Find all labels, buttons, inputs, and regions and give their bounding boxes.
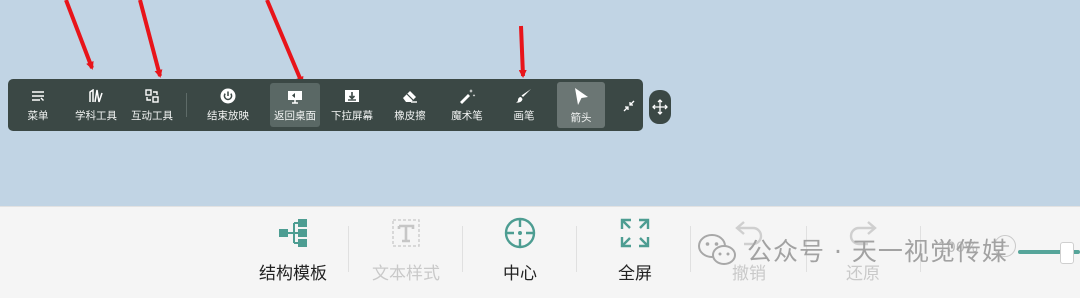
floating-toolbar: 菜单 学科工具 互动工具 结束放映 返回桌面 下拉屏幕 橡皮擦 魔术笔 画笔 箭… (8, 79, 643, 131)
pull-down-screen-icon (343, 87, 361, 105)
toolbar-pull-down-screen-label: 下拉屏幕 (331, 110, 373, 122)
move-toolbar-handle[interactable] (649, 90, 671, 124)
bottom-divider (920, 226, 921, 272)
toolbar-end-show-label: 结束放映 (207, 110, 249, 122)
toolbar-interactive-tools[interactable]: 互动工具 (126, 79, 178, 131)
undo-button[interactable]: 撤销 (709, 214, 789, 294)
toolbar-magic-pen[interactable]: 魔术笔 (442, 79, 492, 131)
zoom-out-button[interactable] (994, 235, 1016, 257)
structure-template-button[interactable]: 结构模板 (253, 214, 333, 294)
toolbar-menu-label: 菜单 (27, 110, 49, 122)
brush-icon (515, 87, 533, 105)
structure-template-label: 结构模板 (259, 264, 327, 284)
desktop-icon (286, 88, 304, 106)
bottom-divider (576, 226, 577, 272)
center-icon (502, 214, 538, 252)
subject-tools-icon (87, 87, 105, 105)
zoom-slider-thumb[interactable] (1060, 242, 1074, 264)
collapse-toolbar-button[interactable] (620, 97, 638, 115)
toolbar-eraser-label: 橡皮擦 (394, 110, 426, 122)
fullscreen-icon (617, 214, 653, 252)
redo-button[interactable]: 还原 (823, 214, 903, 294)
toolbar-brush-label: 画笔 (513, 110, 535, 122)
redo-icon (845, 214, 881, 252)
bottom-divider (462, 226, 463, 272)
minus-icon (1001, 245, 1009, 247)
center-button[interactable]: 中心 (480, 214, 560, 294)
text-style-button[interactable]: 文本样式 (366, 214, 446, 294)
eraser-icon (401, 87, 419, 105)
toolbar-return-desktop[interactable]: 返回桌面 (270, 83, 320, 127)
undo-icon (731, 214, 767, 252)
magic-pen-icon (458, 87, 476, 105)
fullscreen-label: 全屏 (618, 264, 652, 284)
toolbar-return-desktop-label: 返回桌面 (274, 109, 316, 122)
toolbar-subject-tools[interactable]: 学科工具 (70, 79, 122, 131)
bottom-divider (690, 226, 691, 272)
text-style-icon (388, 214, 424, 252)
interactive-tools-icon (143, 87, 161, 105)
move-icon (652, 99, 668, 115)
toolbar-end-show[interactable]: 结束放映 (202, 79, 254, 131)
center-label: 中心 (503, 264, 537, 284)
bottom-divider (806, 226, 807, 272)
toolbar-magic-pen-label: 魔术笔 (451, 110, 483, 122)
toolbar-brush[interactable]: 画笔 (504, 79, 544, 131)
zoom-level: 100% (938, 240, 979, 256)
toolbar-menu[interactable]: 菜单 (18, 79, 58, 131)
text-style-label: 文本样式 (372, 264, 440, 284)
toolbar-pull-down-screen[interactable]: 下拉屏幕 (326, 79, 378, 131)
fullscreen-button[interactable]: 全屏 (595, 214, 675, 294)
toolbar-eraser[interactable]: 橡皮擦 (388, 79, 432, 131)
toolbar-subject-tools-label: 学科工具 (75, 110, 117, 122)
structure-template-icon (275, 214, 311, 252)
toolbar-arrow-cursor-label: 箭头 (570, 111, 592, 124)
toolbar-divider (186, 93, 187, 117)
toolbar-interactive-tools-label: 互动工具 (131, 110, 173, 122)
undo-label: 撤销 (732, 264, 766, 284)
collapse-icon (623, 100, 635, 112)
power-icon (219, 87, 237, 105)
cursor-arrow-icon (570, 86, 592, 108)
toolbar-arrow-cursor[interactable]: 箭头 (557, 82, 605, 128)
bottom-toolbar: 结构模板 文本样式 中心 全屏 撤销 还原 100% (0, 206, 1080, 298)
bottom-divider (348, 226, 349, 272)
menu-icon (29, 87, 47, 105)
redo-label: 还原 (846, 264, 880, 284)
